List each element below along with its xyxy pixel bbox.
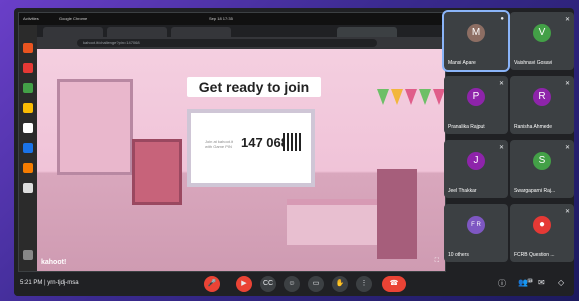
browser-tab[interactable] [171,27,231,37]
browser-tab[interactable] [43,27,103,37]
participant-tile[interactable]: S ✕ Swargaparni Raj... [510,140,574,198]
teacher-desk [287,199,377,245]
browser-tab-active[interactable] [337,27,397,37]
avatar-group: F R [467,216,485,234]
participant-name: FCRB Question ... [514,252,555,258]
tab-strip [37,25,445,37]
url-input[interactable]: kahoot.it/challenge?pin=147068 [77,39,377,47]
corkboard [132,139,182,205]
avatar: S [533,152,551,170]
mic-off-icon: ✕ [498,81,504,87]
camera-toggle-button[interactable]: ▶ [236,276,252,292]
avatar: P [467,88,485,106]
avatar: M [467,24,485,42]
present-button[interactable]: ▭ [308,276,324,292]
participant-tile[interactable]: P ✕ Pranalika Rajput [444,76,508,134]
avatar: J [467,152,485,170]
address-bar: kahoot.it/challenge?pin=147068 [37,37,445,49]
participant-name: Ranisha Ahmede [514,124,553,130]
mic-off-icon: ✕ [498,145,504,151]
participant-name: 10 others [448,252,469,258]
info-icon[interactable]: ⓘ [498,278,506,289]
editor-icon[interactable] [23,123,33,133]
mic-off-icon: ✕ [564,17,570,23]
files-icon[interactable] [23,183,33,193]
browser-tab[interactable] [107,27,167,37]
room-window [57,79,133,175]
room-door [377,169,417,259]
zoom-icon[interactable] [23,143,33,153]
avatar: ● [533,216,551,234]
meet-control-bar: 5:21 PM | yrn-tjdj-msa 🎤 ▶ CC ☺ ▭ ✋ ⋮ ☎ … [14,272,574,296]
presentation-area: Activities Google Chrome Sep 18 17:35 ka… [18,12,446,272]
more-options-button[interactable]: ⋮ [356,276,372,292]
speaking-icon: ● [500,16,504,22]
clock-label: Sep 18 17:35 [209,16,233,21]
game-pin: 147 068 [241,135,288,150]
software-icon[interactable] [23,163,33,173]
leave-call-button[interactable]: ☎ [382,276,406,292]
meeting-info: 5:21 PM | yrn-tjdj-msa [20,280,79,286]
meet-window: Activities Google Chrome Sep 18 17:35 ka… [14,8,574,296]
doc-icon[interactable] [23,83,33,93]
chat-icon[interactable]: ✉ [538,278,545,287]
pin-board: Join at kahoot.it with Game PIN 147 068 [187,109,315,187]
participant-count-badge: 14 [527,278,534,283]
activities-label[interactable]: Activities [23,13,39,25]
activities-icon[interactable]: ◇ [558,278,564,287]
qr-code-icon [283,133,301,151]
pin-label: Join at kahoot.it with Game PIN [205,139,234,149]
participant-tile[interactable]: ● ✕ FCRB Question ... [510,204,574,262]
participant-name: Pranalika Rajput [448,124,485,130]
page-title: Get ready to join [187,77,321,97]
kahoot-logo: kahoot! [41,259,67,266]
mic-off-icon: ✕ [564,209,570,215]
people-button[interactable]: 👥 14 [518,278,534,287]
vlc-icon[interactable] [23,43,33,53]
raise-hand-button[interactable]: ✋ [332,276,348,292]
chrome-browser: kahoot.it/challenge?pin=147068 Get ready… [37,25,445,271]
kahoot-lobby: Get ready to join Join at kahoot.it with… [37,49,445,271]
ubuntu-top-bar: Activities Google Chrome Sep 18 17:35 [19,13,445,25]
participant-tile[interactable]: R ✕ Ranisha Ahmede [510,76,574,134]
participant-tile[interactable]: V ✕ Vaishnavi Gosavi [510,12,574,70]
app-icon[interactable] [23,63,33,73]
mic-off-icon: ✕ [564,81,570,87]
participant-name: Vaishnavi Gosavi [514,60,553,66]
mic-off-icon: ✕ [564,145,570,151]
emoji-button[interactable]: ☺ [284,276,300,292]
apps-grid-icon[interactable] [23,250,33,260]
mic-toggle-button[interactable]: 🎤 [204,276,220,292]
participant-tile-others[interactable]: F R 10 others [444,204,508,262]
app-label: Google Chrome [59,16,88,21]
avatar: R [533,88,551,106]
participant-tile[interactable]: J ✕ Jeel Thakkar [444,140,508,198]
chrome-icon[interactable] [23,103,33,113]
participant-name: Jeel Thakkar [448,188,477,194]
participant-tile[interactable]: M ● Mansi Apare [442,10,510,72]
bunting-flags [377,89,445,119]
captions-button[interactable]: CC [260,276,276,292]
avatar: V [533,24,551,42]
ubuntu-dock [19,25,37,271]
participant-name: Swargaparni Raj... [514,188,556,194]
participant-name: Mansi Apare [448,60,476,66]
fullscreen-icon[interactable]: ⛶ [435,258,439,265]
